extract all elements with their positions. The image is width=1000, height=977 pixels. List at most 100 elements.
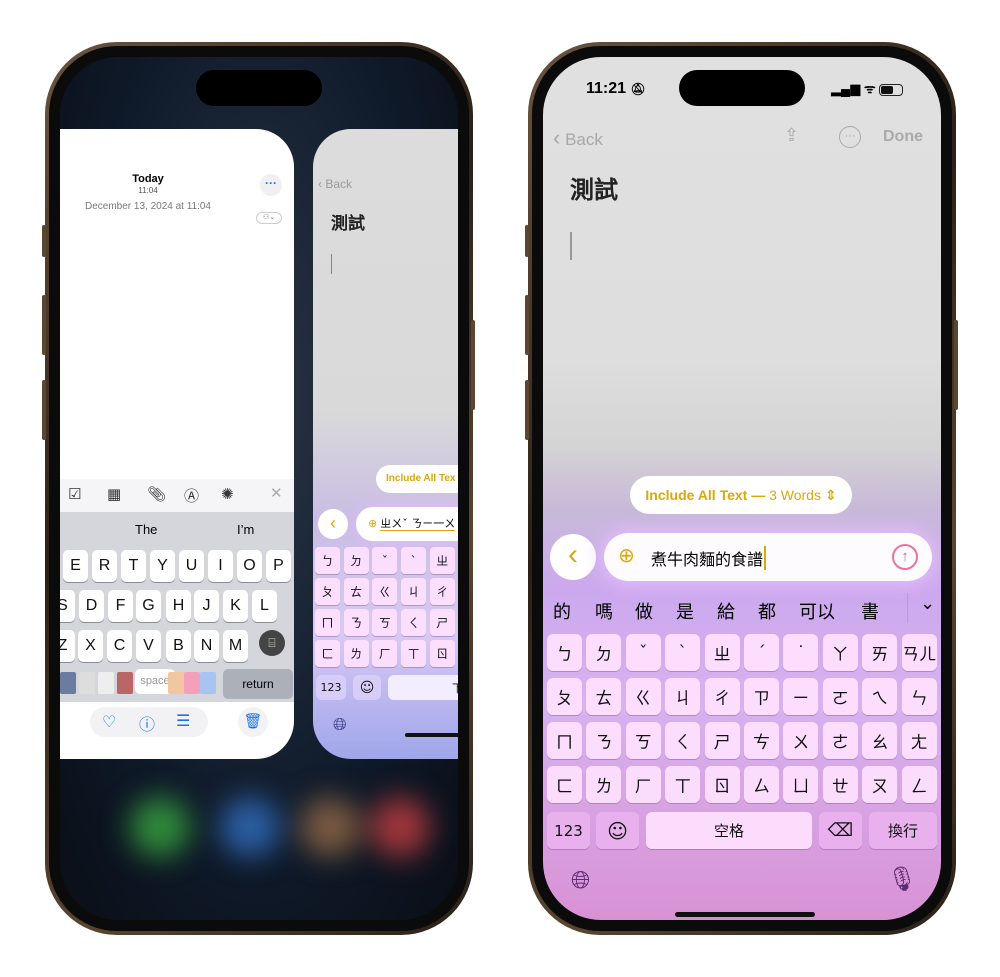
zhuyin-key[interactable]: ˊ: [744, 634, 779, 671]
zhuyin-key[interactable]: ㄐ: [401, 578, 427, 605]
scan-text-button[interactable]: ⌸: [259, 630, 285, 656]
next-key[interactable]: 下一: [388, 675, 458, 700]
photo-thumbnail[interactable]: [60, 672, 76, 694]
zhuyin-key[interactable]: ㄋ: [586, 722, 622, 759]
zhuyin-key[interactable]: ㄊ: [343, 578, 369, 605]
zhuyin-key[interactable]: ㄙ: [744, 766, 779, 803]
scope-pill[interactable]: Include All Tex: [376, 465, 458, 493]
writing-tools-icon[interactable]: ✺: [221, 485, 234, 503]
zhuyin-key[interactable]: ㄞ: [862, 634, 898, 671]
zhuyin-key[interactable]: ㄔ: [704, 678, 740, 715]
zhuyin-key[interactable]: ㄤ: [901, 722, 937, 759]
zhuyin-key[interactable]: ㄣ: [901, 678, 937, 715]
letter-key[interactable]: N: [194, 630, 219, 662]
letter-key[interactable]: K: [223, 590, 248, 622]
zhuyin-key[interactable]: ㄓ: [429, 547, 455, 574]
zhuyin-key[interactable]: ㄡ: [862, 766, 898, 803]
prompt-input[interactable]: ⊕ ㄓㄨˇ ㄋㄧ一ㄨ: [356, 507, 458, 541]
letter-key[interactable]: J: [194, 590, 219, 622]
photo-thumbnail[interactable]: [168, 672, 184, 694]
zhuyin-key[interactable]: ㄒ: [665, 766, 701, 803]
letter-key[interactable]: F: [108, 590, 133, 622]
letter-key[interactable]: H: [166, 590, 191, 622]
globe-icon[interactable]: 🌐︎: [571, 867, 590, 895]
return-key[interactable]: return: [223, 669, 293, 699]
zhuyin-key[interactable]: ㄐ: [665, 678, 701, 715]
zhuyin-key[interactable]: ㄠ: [862, 722, 898, 759]
numbers-key[interactable]: 123: [316, 675, 346, 700]
letter-key[interactable]: X: [78, 630, 103, 662]
zhuyin-key[interactable]: ㄛ: [822, 678, 858, 715]
checklist-icon[interactable]: ☑: [68, 485, 81, 503]
zhuyin-key[interactable]: ㄚ: [822, 634, 858, 671]
close-icon[interactable]: ✕: [270, 484, 283, 502]
notes-app-card[interactable]: Today 11:04 December 13, 2024 at 11:04 ·…: [60, 129, 294, 759]
zhuyin-key[interactable]: ˇ: [372, 547, 398, 574]
emoji-key[interactable]: ☺: [353, 675, 381, 700]
zhuyin-key[interactable]: ㄝ: [822, 766, 858, 803]
letter-key[interactable]: M: [223, 630, 248, 662]
zhuyin-key[interactable]: ㄉ: [586, 634, 622, 671]
letter-key[interactable]: B: [166, 630, 191, 662]
zhuyin-key[interactable]: ㄖ: [704, 766, 740, 803]
zhuyin-key[interactable]: ㄥ: [901, 766, 937, 803]
pen-icon[interactable]: Ⓐ: [184, 485, 199, 506]
suggestion[interactable]: The: [135, 522, 157, 537]
zhuyin-key[interactable]: ㄎ: [372, 609, 398, 636]
zhuyin-key[interactable]: ㄇ: [547, 722, 582, 759]
letter-key[interactable]: C: [107, 630, 132, 662]
zhuyin-key[interactable]: ㄈ: [547, 766, 582, 803]
photo-thumbnail[interactable]: [117, 672, 133, 694]
zhuyin-key[interactable]: ㄖ: [429, 640, 455, 667]
globe-icon[interactable]: 🌐︎: [333, 715, 347, 735]
photo-thumbnail[interactable]: [98, 672, 114, 694]
zhuyin-key[interactable]: ㄆ: [547, 678, 582, 715]
letter-key[interactable]: V: [136, 630, 161, 662]
zhuyin-key[interactable]: ㄔ: [429, 578, 455, 605]
zhuyin-key[interactable]: ㄩ: [783, 766, 819, 803]
zhuyin-key[interactable]: ㄅ: [547, 634, 582, 671]
letter-key[interactable]: E: [63, 550, 88, 582]
delete-key[interactable]: ⌫: [819, 812, 862, 849]
zhuyin-key[interactable]: ㄢㄦ: [901, 634, 937, 671]
letter-key[interactable]: I: [208, 550, 233, 582]
suggestion[interactable]: I’m: [237, 522, 254, 537]
zhuyin-key[interactable]: ㄕ: [704, 722, 740, 759]
zhuyin-key[interactable]: ㄈ: [315, 640, 340, 667]
space-key[interactable]: 空格: [646, 812, 812, 849]
zhuyin-key[interactable]: ㄏ: [625, 766, 661, 803]
zhuyin-key[interactable]: ㄅ: [315, 547, 340, 574]
letter-key[interactable]: P: [266, 550, 291, 582]
add-icon[interactable]: ⊕: [368, 518, 377, 530]
microphone-icon[interactable]: 🎙︎: [887, 865, 917, 894]
zhuyin-key[interactable]: ㄒ: [401, 640, 427, 667]
zhuyin-key[interactable]: ㄇ: [315, 609, 340, 636]
notes-writing-card[interactable]: ‹ Back 測試 Include All Tex ‹ ⊕ ㄓㄨˇ ㄋㄧ一ㄨ ㄅ…: [313, 129, 458, 759]
zhuyin-key[interactable]: ㄗ: [744, 678, 779, 715]
zhuyin-key[interactable]: ㄉ: [343, 547, 369, 574]
zhuyin-key[interactable]: ㄍ: [372, 578, 398, 605]
zhuyin-key[interactable]: ㄌ: [586, 766, 622, 803]
photo-thumbnail[interactable]: [200, 672, 216, 694]
zhuyin-key[interactable]: ㄆ: [315, 578, 340, 605]
info-icon[interactable]: ⓘ: [139, 711, 155, 735]
zhuyin-key[interactable]: ㄊ: [586, 678, 622, 715]
letter-key[interactable]: D: [79, 590, 104, 622]
trash-icon[interactable]: 🗑︎: [238, 707, 268, 737]
zhuyin-key[interactable]: ㄟ: [862, 678, 898, 715]
zhuyin-key[interactable]: ㄘ: [744, 722, 779, 759]
zhuyin-key[interactable]: ㄌ: [343, 640, 369, 667]
letter-key[interactable]: T: [121, 550, 146, 582]
return-key[interactable]: 換行: [869, 812, 937, 849]
photo-thumbnail[interactable]: [79, 672, 95, 694]
letter-key[interactable]: O: [237, 550, 262, 582]
zhuyin-key[interactable]: ㄧ: [783, 678, 819, 715]
letter-key[interactable]: G: [136, 590, 161, 622]
zhuyin-key[interactable]: ˙: [783, 634, 819, 671]
photo-thumbnail[interactable]: [184, 672, 200, 694]
numbers-key[interactable]: 123: [547, 812, 590, 849]
zhuyin-key[interactable]: ㄓ: [704, 634, 740, 671]
zhuyin-key[interactable]: ㄜ: [822, 722, 858, 759]
zhuyin-key[interactable]: ˋ: [401, 547, 427, 574]
table-icon[interactable]: ▦: [107, 485, 121, 503]
